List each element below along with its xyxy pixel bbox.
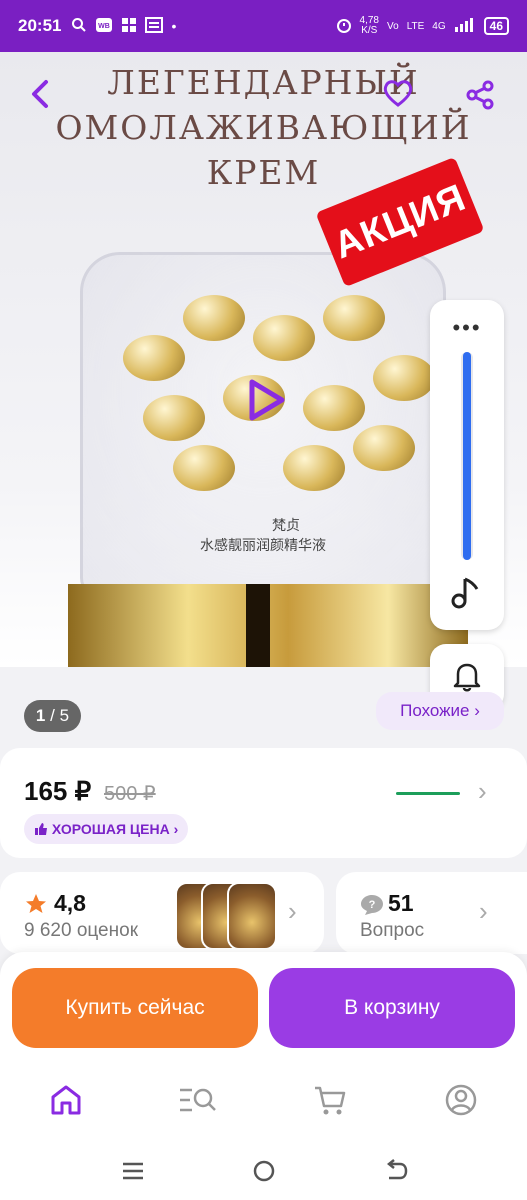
jar-caption: 梵贞 水感靓丽润颜精华液 [200,517,326,555]
notification-dot-icon: • [171,18,177,34]
gallery-counter-separator: / [50,706,55,725]
question-bubble-icon: ? [360,894,384,921]
network-speed: 4,78 K/S [359,15,379,36]
chevron-right-icon[interactable]: › [479,896,488,927]
more-options-icon[interactable]: ••• [430,317,504,339]
status-bar: 20:51 WB • 4,78 K/S Vo LTE 4G 46 [0,0,527,52]
gallery-counter-current: 1 [35,706,46,725]
jar-caption-text: 水感靓丽润颜精华液 [200,537,326,553]
signal-icon [454,17,476,35]
svg-text:WB: WB [99,23,111,30]
title-line: ЛЕГЕНДАРНЫЙ [107,63,420,102]
news-app-icon [145,16,164,36]
system-back-icon[interactable] [381,1156,411,1186]
music-note-icon[interactable] [450,575,484,614]
buy-now-button[interactable]: Купить сейчас [12,968,258,1048]
thumbs-up-icon [35,823,47,835]
catalog-search-icon[interactable] [178,1082,216,1118]
good-price-label: ХОРОШАЯ ЦЕНА › [51,821,179,837]
rating-count: 9 620 оценок [24,920,138,941]
wb-app-icon: WB [95,17,113,36]
play-video-button[interactable] [238,374,290,426]
good-price-badge[interactable]: ХОРОШАЯ ЦЕНА › [24,814,189,844]
4g-label: 4G [432,20,446,32]
share-icon[interactable] [466,80,496,115]
battery-indicator: 46 [483,17,509,35]
jar-lid [68,584,468,667]
action-bar: Купить сейчас В корзину [0,952,527,1062]
media-control-panel: ••• [430,300,504,630]
gallery-counter: 1 / 5 [24,700,81,732]
current-price: 165 ₽ [24,776,92,806]
search-status-icon [71,17,87,36]
price-history-line [396,792,460,795]
lte-label: LTE [406,20,425,32]
system-navigation-bar [0,1142,527,1200]
home-circle-icon[interactable] [249,1156,279,1186]
favorite-heart-icon[interactable] [382,78,414,113]
questions-card[interactable]: ? 51 Вопрос › [336,872,527,954]
back-icon[interactable] [28,78,54,115]
old-price: 500 ₽ [104,783,156,805]
svg-text:?: ? [369,899,376,911]
alarm-icon [336,17,352,36]
rating-value: 4,8 [54,890,86,916]
chevron-right-icon[interactable]: › [478,776,487,807]
jar-brand-mark: 梵贞 [272,517,300,533]
star-icon [24,892,48,921]
profile-icon[interactable] [443,1082,479,1118]
reviews-card[interactable]: 4,8 9 620 оценок › [0,872,324,954]
home-icon[interactable] [48,1082,84,1118]
volume-slider-fill [463,352,471,560]
volume-slider[interactable] [461,352,473,560]
grid-app-icon [121,17,137,36]
price-card[interactable]: 165 ₽ 500 ₽ › ХОРОШАЯ ЦЕНА › [0,748,527,858]
add-to-cart-button[interactable]: В корзину [269,968,515,1048]
recent-apps-icon[interactable] [118,1156,148,1186]
cart-icon[interactable] [312,1082,348,1118]
volte-label: Vo [387,20,399,32]
questions-count: 51 [388,890,414,916]
review-photos[interactable] [175,882,277,950]
questions-label: Вопрос [360,920,425,941]
similar-products-button[interactable]: Похожие › [376,692,504,730]
status-time: 20:51 [18,16,62,35]
bottom-navigation [0,1062,527,1142]
title-line: ОМОЛАЖИВАЮЩИЙ [55,108,472,147]
bell-icon [453,663,481,692]
gallery-counter-total: 5 [59,706,70,725]
chevron-right-icon[interactable]: › [288,896,297,927]
review-photo-thumbnail[interactable] [227,882,277,950]
